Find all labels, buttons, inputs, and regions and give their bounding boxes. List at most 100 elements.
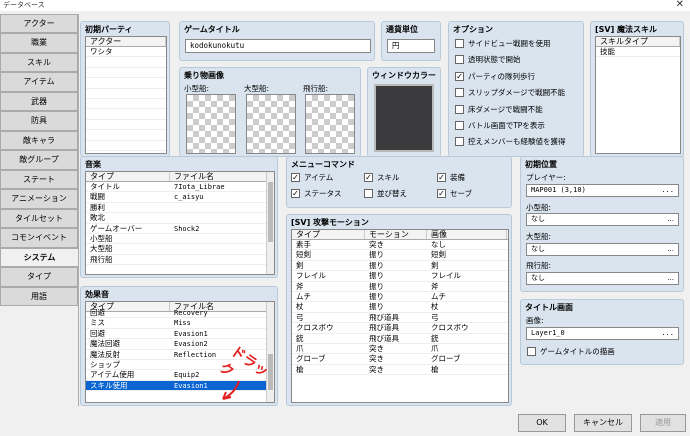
option-checkbox[interactable]: 控えメンバーも経験値を獲得 [455,136,566,147]
table-row[interactable]: 爪 突き 爪 [292,344,508,355]
ok-button[interactable]: OK [518,414,566,432]
initial-party-title: 初期パーティ [85,25,133,34]
table-cell: 敗北 [90,213,105,223]
game-title-input[interactable]: kodokunokutu [185,39,371,53]
table-cell: Evasion1 [174,329,208,338]
tab-item[interactable]: アニメーション [0,189,78,209]
table-row[interactable]: 小型船 [86,234,274,245]
table-cell: 銃 [296,333,304,343]
boat-position-select[interactable]: なし... [526,213,679,226]
table-cell [170,255,267,264]
tab-item[interactable]: 防具 [0,111,78,131]
tab-item[interactable]: タイルセット [0,208,78,229]
option-checkbox[interactable]: バトル画面でTPを表示 [455,120,545,131]
checkbox-icon: ✓ [455,71,464,81]
menu-command-checkbox[interactable]: ✓ ステータス [291,188,342,199]
title-image-select[interactable]: Layer1_0... [526,327,679,340]
menu-command-checkbox[interactable]: ✓ 装備 [437,172,465,183]
option-checkbox[interactable]: ✓ パーティの隊列歩行 [455,71,535,82]
close-icon[interactable]: ✕ [676,0,684,10]
table-row[interactable]: 飛行船 [86,255,274,266]
table-row[interactable]: 大型船 [86,244,274,255]
menu-command-checkbox[interactable]: ✓ セーブ [437,188,472,199]
currency-panel: 通貨単位 円 [381,21,441,61]
table-cell: グローブ [431,354,461,364]
initial-party-header: アクター [86,37,166,46]
table-cell: フレイル [431,271,461,281]
table-row[interactable]: ゲームオーバー Shock2 [86,224,274,234]
table-row[interactable]: 槍 突き 槍 [292,365,508,376]
option-checkbox[interactable]: 透明状態で開始 [455,54,521,65]
table-row[interactable]: ムチ 振り ムチ [292,292,508,303]
cancel-button[interactable]: キャンセル [574,414,632,432]
table-row[interactable]: フレイル 振り フレイル [292,271,508,282]
initial-party-list[interactable]: アクター ワシタ [85,36,167,154]
table-row[interactable]: 戦闘 c_aisyu [86,192,274,203]
window-color-swatch[interactable] [374,84,434,152]
draw-game-title-checkbox[interactable]: ゲームタイトルの描画 [527,346,615,357]
table-row[interactable]: 回避 Recovery [86,308,274,319]
menu-command-checkbox[interactable]: ✓ アイテム [291,172,333,183]
boat-image[interactable] [186,94,236,154]
sv-magic-skill-list[interactable]: スキルタイプ 技能 [595,36,681,154]
table-row[interactable]: タイトル 7Iota_Librae [86,182,274,193]
party-member[interactable]: ワシタ [86,47,113,56]
table-row[interactable]: ミス Miss [86,318,274,329]
checkbox-icon [455,137,464,147]
tab-item[interactable]: 敵キャラ [0,130,78,151]
music-scrollbar[interactable] [266,172,274,274]
table-row[interactable]: クロスボウ 飛び道具 クロスボウ [292,323,508,334]
table-row[interactable]: 剣 振り 剣 [292,261,508,272]
music-list[interactable]: タイプ ファイル名 タイトル 7Iota_Librae 戦闘 c_aisyu 勝利 敗北 ゲー… [85,171,275,275]
tab-item[interactable]: 職業 [0,33,78,53]
table-row[interactable]: 杖 振り 杖 [292,302,508,313]
tab-list: アクター 職業 スキル アイテム 武器 防具 敵キャラ 敵グループ ステート アニメーション タイル… [0,14,78,307]
sv-skill-item[interactable]: 技能 [596,47,615,56]
ship-position-select[interactable]: なし... [526,243,679,256]
option-checkbox[interactable]: スリップダメージで戦闘不能 [455,87,565,98]
airship-position-label: 飛行船: [526,261,552,270]
airship-position-select[interactable]: なし... [526,272,679,285]
sv-motion-list[interactable]: タイプ モーション 画像 素手 突き なし 短剣 振り 短剣剣振り剣フレイル 振り フレイル斧振り… [291,229,509,403]
apply-button[interactable]: 適用 [640,414,686,432]
player-position-select[interactable]: MAP001 (3,10)... [526,184,679,197]
airship-image[interactable] [305,94,355,154]
ship-image[interactable] [246,94,296,154]
tab-item[interactable]: システム [0,247,78,268]
tab-item[interactable]: コモンイベント [0,228,78,248]
tab-item[interactable]: アイテム [0,72,78,92]
table-row[interactable]: 斧 振り 斧 [292,282,508,292]
title-image-label: 画像: [526,316,544,325]
tab-item[interactable]: アクター [0,14,78,34]
tab-item[interactable]: 武器 [0,91,78,112]
tab-item[interactable]: ステート [0,169,78,190]
option-checkbox[interactable]: サイドビュー戦闘を使用 [455,38,551,49]
checkbox-icon [364,189,373,198]
currency-input[interactable]: 円 [387,39,435,53]
tab-item[interactable]: 敵グループ [0,150,78,170]
table-row[interactable]: グローブ 突き グローブ [292,354,508,365]
table-row[interactable]: 銃 飛び道具 銃 [292,334,508,344]
table-row[interactable]: 素手 突き なし [292,240,508,251]
menu-command-checkbox[interactable]: ✓ スキル [364,172,400,183]
table-row[interactable]: 短剣 振り 短剣 [292,250,508,261]
checkbox-icon: ✓ [291,173,300,182]
table-cell: なし [431,240,446,249]
table-cell: アイテム使用 [90,370,135,380]
menu-command-checkbox[interactable]: 並び替え [364,188,407,199]
tab-item[interactable]: スキル [0,52,78,73]
se-panel: 効果音 タイプ ファイル名 回避 Recovery ミス Miss 回避 Evasion1 魔… [80,286,278,406]
sv-motion-header-type: タイプ [292,230,365,239]
boat-label: 小型船: [184,84,210,93]
table-row[interactable]: 回避 Evasion1 [86,329,274,340]
tab-item[interactable]: タイプ [0,267,78,287]
table-cell: 振り [369,250,384,260]
option-checkbox[interactable]: 床ダメージで戦闘不能 [455,104,543,115]
table-row[interactable]: 敗北 [86,213,274,224]
table-row[interactable]: 勝利 [86,203,274,214]
table-cell: 突き [369,354,384,364]
tab-item[interactable]: 用語 [0,286,78,307]
sv-attack-motion-panel: [SV] 攻撃モーション タイプ モーション 画像 素手 突き なし 短剣 振り 短剣剣振り剣… [286,214,512,406]
table-cell: 突き [369,240,384,249]
table-row[interactable]: 弓 飛び道具 弓 [292,313,508,324]
